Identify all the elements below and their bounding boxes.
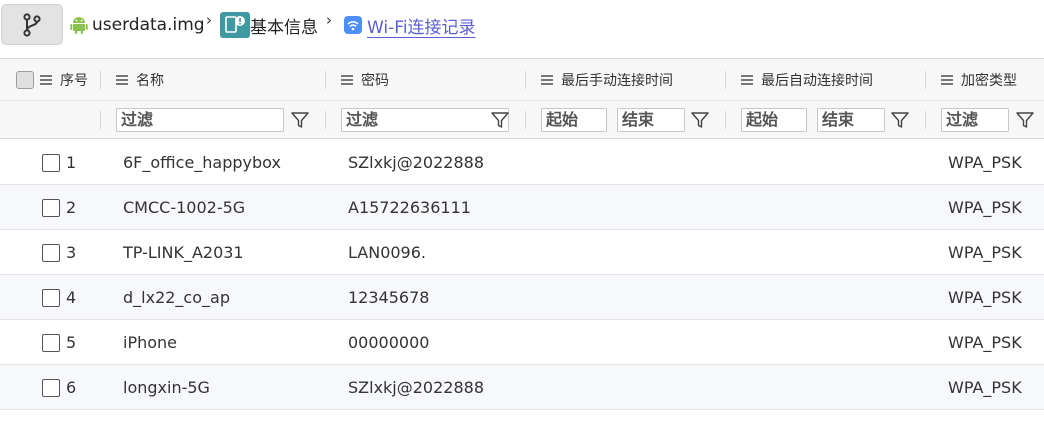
row-password: A15722636111 bbox=[348, 197, 471, 217]
row-password: 00000000 bbox=[348, 332, 430, 352]
row-encryption: WPA_PSK bbox=[948, 332, 1022, 352]
row-index: 5 bbox=[66, 332, 77, 352]
column-header-manual-time[interactable]: 最后手动连接时间 bbox=[541, 59, 673, 101]
row-checkbox[interactable] bbox=[42, 199, 60, 217]
row-encryption: WPA_PSK bbox=[948, 152, 1022, 172]
wifi-records-table: 序号 名称 密码 最后手动连接时间 最后自动连接时间 加密类型 过滤 过滤 起始… bbox=[0, 58, 1044, 410]
filter-funnel-icon[interactable] bbox=[690, 110, 710, 130]
manual-time-start-input[interactable]: 起始 bbox=[541, 108, 607, 132]
menu-icon[interactable] bbox=[941, 73, 953, 88]
wifi-icon bbox=[344, 16, 362, 34]
column-header-label: 序号 bbox=[60, 73, 88, 89]
column-divider[interactable] bbox=[725, 71, 726, 89]
column-divider[interactable] bbox=[925, 71, 926, 89]
table-row[interactable]: 6 longxin-5G SZlxkj@2022888 WPA_PSK bbox=[0, 365, 1044, 410]
row-name: 6F_office_happybox bbox=[123, 152, 281, 172]
column-divider bbox=[100, 111, 101, 129]
breadcrumb-file[interactable]: userdata.img bbox=[70, 12, 205, 38]
menu-icon[interactable] bbox=[541, 73, 553, 88]
row-password: LAN0096. bbox=[348, 242, 426, 262]
row-encryption: WPA_PSK bbox=[948, 287, 1022, 307]
android-icon bbox=[70, 15, 88, 35]
column-divider bbox=[725, 111, 726, 129]
column-header-label: 最后手动连接时间 bbox=[561, 73, 673, 89]
row-name: iPhone bbox=[123, 332, 178, 352]
breadcrumb-current-label: Wi-Fi连接记录 bbox=[367, 17, 476, 38]
menu-icon[interactable] bbox=[40, 73, 52, 88]
column-header-label: 名称 bbox=[136, 73, 164, 89]
column-divider bbox=[925, 111, 926, 129]
breadcrumb-current[interactable]: Wi-Fi连接记录 bbox=[344, 12, 476, 38]
branch-button[interactable] bbox=[1, 4, 63, 45]
row-encryption: WPA_PSK bbox=[948, 242, 1022, 262]
row-index: 2 bbox=[66, 197, 77, 217]
encryption-filter-input[interactable]: 过滤 bbox=[941, 108, 1009, 132]
column-header-name[interactable]: 名称 bbox=[116, 59, 164, 101]
column-header-label: 密码 bbox=[361, 73, 389, 89]
column-header-auto-time[interactable]: 最后自动连接时间 bbox=[741, 59, 873, 101]
filter-funnel-icon[interactable] bbox=[490, 110, 510, 130]
breadcrumb-section-label: 基本信息 bbox=[250, 17, 318, 38]
row-password: SZlxkj@2022888 bbox=[348, 152, 484, 172]
filter-funnel-icon[interactable] bbox=[290, 110, 310, 130]
name-filter-input[interactable]: 过滤 bbox=[116, 108, 284, 132]
manual-time-end-input[interactable]: 结束 bbox=[617, 108, 685, 132]
menu-icon[interactable] bbox=[116, 73, 128, 88]
branch-icon bbox=[23, 12, 41, 37]
column-header-password[interactable]: 密码 bbox=[341, 59, 389, 101]
row-index: 3 bbox=[66, 242, 77, 262]
column-header-label: 最后自动连接时间 bbox=[761, 73, 873, 89]
column-header-encryption[interactable]: 加密类型 bbox=[941, 59, 1017, 101]
column-divider bbox=[325, 111, 326, 129]
row-index: 1 bbox=[66, 152, 77, 172]
row-password: 12345678 bbox=[348, 287, 430, 307]
table-row[interactable]: 4 d_lx22_co_ap 12345678 WPA_PSK bbox=[0, 275, 1044, 320]
table-row[interactable]: 3 TP-LINK_A2031 LAN0096. WPA_PSK bbox=[0, 230, 1044, 275]
breadcrumb-file-label: userdata.img bbox=[92, 15, 205, 35]
row-checkbox[interactable] bbox=[42, 289, 60, 307]
table-row[interactable]: 2 CMCC-1002-5G A15722636111 WPA_PSK bbox=[0, 185, 1044, 230]
menu-icon[interactable] bbox=[341, 73, 353, 88]
row-encryption: WPA_PSK bbox=[948, 377, 1022, 397]
row-index: 6 bbox=[66, 377, 77, 397]
column-divider[interactable] bbox=[325, 71, 326, 89]
info-doc-icon bbox=[220, 12, 250, 38]
row-name: d_lx22_co_ap bbox=[123, 287, 230, 307]
row-name: TP-LINK_A2031 bbox=[123, 242, 244, 262]
row-checkbox[interactable] bbox=[42, 244, 60, 262]
table-header-row: 序号 名称 密码 最后手动连接时间 最后自动连接时间 加密类型 bbox=[0, 59, 1044, 101]
row-name: CMCC-1002-5G bbox=[123, 197, 246, 217]
filter-funnel-icon[interactable] bbox=[890, 110, 910, 130]
top-bar: userdata.img › 基本信息 › Wi-Fi连接记录 bbox=[0, 0, 1044, 52]
column-header-label: 加密类型 bbox=[961, 73, 1017, 89]
table-row[interactable]: 5 iPhone 00000000 WPA_PSK bbox=[0, 320, 1044, 365]
row-index: 4 bbox=[66, 287, 77, 307]
select-all-checkbox[interactable] bbox=[16, 71, 34, 89]
row-checkbox[interactable] bbox=[42, 154, 60, 172]
menu-icon[interactable] bbox=[741, 73, 753, 88]
column-header-index[interactable]: 序号 bbox=[40, 59, 88, 101]
row-checkbox[interactable] bbox=[42, 379, 60, 397]
row-encryption: WPA_PSK bbox=[948, 197, 1022, 217]
column-divider[interactable] bbox=[525, 71, 526, 89]
breadcrumb-section[interactable]: 基本信息 bbox=[220, 12, 318, 38]
password-filter-input[interactable]: 过滤 bbox=[341, 108, 509, 132]
table-filter-row: 过滤 过滤 起始 结束 起始 结束 过滤 bbox=[0, 101, 1044, 139]
auto-time-start-input[interactable]: 起始 bbox=[741, 108, 807, 132]
row-checkbox[interactable] bbox=[42, 334, 60, 352]
column-divider bbox=[525, 111, 526, 129]
column-divider[interactable] bbox=[100, 71, 101, 89]
auto-time-end-input[interactable]: 结束 bbox=[817, 108, 885, 132]
row-name: longxin-5G bbox=[123, 377, 210, 397]
row-password: SZlxkj@2022888 bbox=[348, 377, 484, 397]
table-row[interactable]: 1 6F_office_happybox SZlxkj@2022888 WPA_… bbox=[0, 140, 1044, 185]
chevron-right-icon: › bbox=[206, 11, 212, 29]
filter-funnel-icon[interactable] bbox=[1015, 110, 1035, 130]
chevron-right-icon: › bbox=[326, 11, 332, 29]
